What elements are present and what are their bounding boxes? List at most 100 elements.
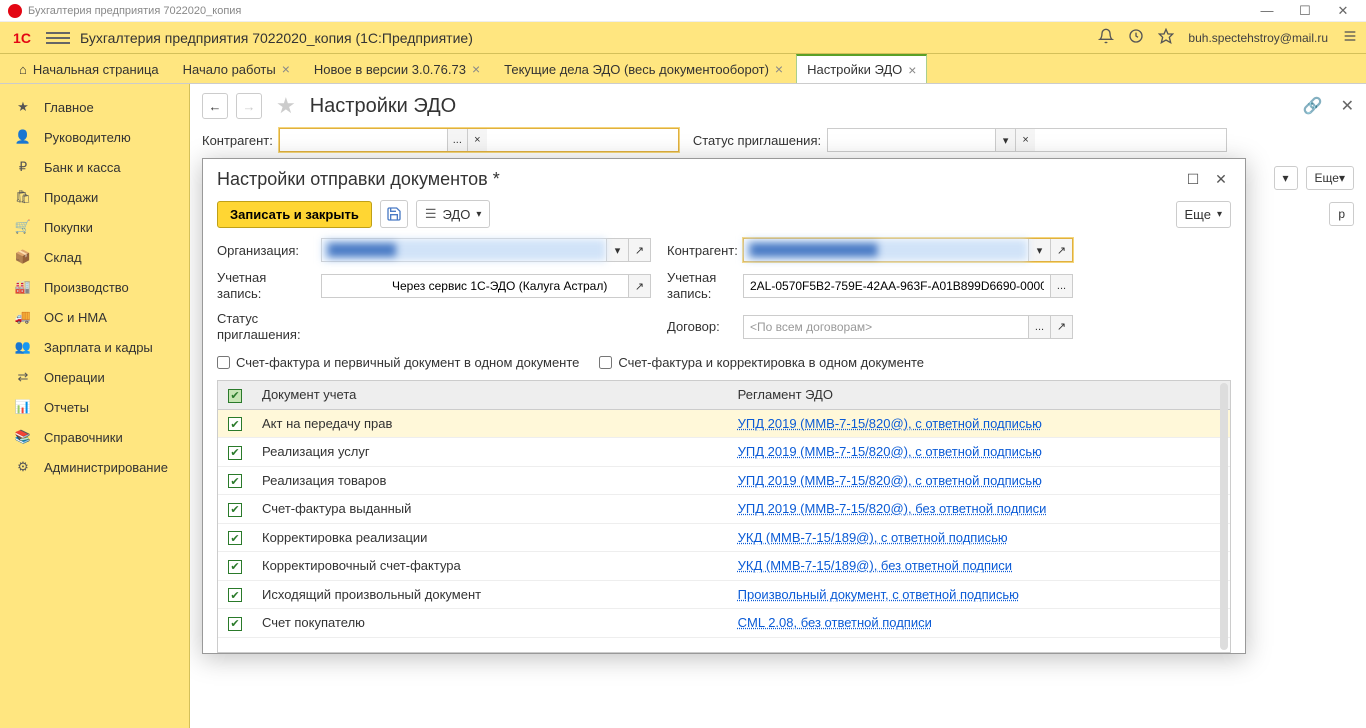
org-open-button[interactable]: ↗ xyxy=(628,239,650,261)
sidebar-item[interactable]: 👥Зарплата и кадры xyxy=(0,332,189,362)
chk-combine-correction[interactable]: Счет-фактура и корректировка в одном док… xyxy=(599,355,924,370)
tab-item[interactable]: ⌂Начальная страница xyxy=(8,54,170,83)
page-toolbar: ← → ★ Настройки ЭДО 🔗 ✕ xyxy=(190,84,1366,128)
nav-back-button[interactable]: ← xyxy=(202,93,228,119)
counterparty-input[interactable]: ▾ ↗ xyxy=(743,238,1073,262)
sidebar-item[interactable]: 🛒Покупки xyxy=(0,212,189,242)
account-input[interactable]: ↗ xyxy=(321,274,651,298)
sidebar-item[interactable]: 🚚ОС и НМА xyxy=(0,302,189,332)
table-row[interactable]: ✔Исходящий произвольный документПроизвол… xyxy=(218,580,1230,609)
star-icon[interactable] xyxy=(1158,28,1174,47)
behind-more-button-1[interactable]: ▾ xyxy=(1274,166,1298,190)
history-icon[interactable] xyxy=(1128,28,1144,47)
behind-more-button-2[interactable]: Еще ▾ xyxy=(1306,166,1354,190)
org-input[interactable]: ▾ ↗ xyxy=(321,238,651,262)
sidebar-item[interactable]: ⚙Администрирование xyxy=(0,452,189,482)
behind-btn-r[interactable]: р xyxy=(1329,202,1354,226)
row-checkbox[interactable]: ✔ xyxy=(218,552,252,581)
account-open-button[interactable]: ↗ xyxy=(628,275,650,297)
status-clear-button[interactable]: × xyxy=(1015,129,1035,151)
row-regulation-link[interactable]: Произвольный документ, с ответной подпис… xyxy=(738,587,1019,602)
close-button[interactable]: ✕ xyxy=(1328,2,1358,20)
counterparty-dd-button[interactable]: ▾ xyxy=(1028,239,1050,261)
main-menu-button[interactable] xyxy=(46,26,70,50)
save-button[interactable] xyxy=(380,200,408,228)
row-checkbox[interactable]: ✔ xyxy=(218,523,252,552)
tab-item[interactable]: Настройки ЭДО× xyxy=(796,54,927,83)
row-checkbox[interactable]: ✔ xyxy=(218,466,252,495)
counterparty-clear-button[interactable]: × xyxy=(467,129,487,151)
table-row[interactable]: ✔Акт на передачу правУПД 2019 (ММВ-7-15/… xyxy=(218,409,1230,438)
row-checkbox[interactable]: ✔ xyxy=(218,580,252,609)
tab-item[interactable]: Начало работы× xyxy=(172,54,301,83)
sidebar-item[interactable]: ⇄Операции xyxy=(0,362,189,392)
os-titlebar: Бухгалтерия предприятия 7022020_копия — … xyxy=(0,0,1366,22)
table-row[interactable]: ✔Реализация товаровУПД 2019 (ММВ-7-15/82… xyxy=(218,466,1230,495)
panel-settings-icon[interactable] xyxy=(1342,28,1358,47)
sidebar-icon: 🚚 xyxy=(14,309,32,325)
sidebar-item[interactable]: 📦Склад xyxy=(0,242,189,272)
maximize-button[interactable]: ☐ xyxy=(1290,2,1320,20)
home-icon: ⌂ xyxy=(19,62,27,77)
chk-combine-invoice[interactable]: Счет-фактура и первичный документ в одно… xyxy=(217,355,579,370)
table-row[interactable]: ✔Корректировочный счет-фактураУКД (ММВ-7… xyxy=(218,552,1230,581)
row-regulation-link[interactable]: УПД 2019 (ММВ-7-15/820@), с ответной под… xyxy=(738,444,1042,459)
contract-open-button[interactable]: ↗ xyxy=(1050,316,1072,338)
dialog-maximize-button[interactable]: ☐ xyxy=(1183,170,1203,190)
sidebar-item[interactable]: 📊Отчеты xyxy=(0,392,189,422)
counterparty-open-button[interactable]: ↗ xyxy=(1050,239,1072,261)
row-regulation-link[interactable]: УКД (ММВ-7-15/189@), с ответной подписью xyxy=(738,530,1008,545)
row-regulation-link[interactable]: УПД 2019 (ММВ-7-15/820@), с ответной под… xyxy=(738,416,1042,431)
col-document[interactable]: Документ учета xyxy=(252,381,728,409)
row-checkbox[interactable]: ✔ xyxy=(218,495,252,524)
row-checkbox[interactable]: ✔ xyxy=(218,609,252,638)
filter-status-input[interactable]: ▾ × xyxy=(827,128,1227,152)
sidebar-label: Справочники xyxy=(44,430,123,445)
tab-item[interactable]: Текущие дела ЭДО (весь документооборот)× xyxy=(493,54,794,83)
contract-input[interactable]: ... ↗ xyxy=(743,315,1073,339)
sidebar-item[interactable]: 👤Руководителю xyxy=(0,122,189,152)
sidebar-item[interactable]: 📚 Справочники xyxy=(0,422,189,452)
row-checkbox[interactable]: ✔ xyxy=(218,409,252,438)
nav-forward-button[interactable]: → xyxy=(236,93,262,119)
col-check-all[interactable]: ✔ xyxy=(218,381,252,409)
table-row[interactable]: ✔Счет-фактура выданныйУПД 2019 (ММВ-7-15… xyxy=(218,495,1230,524)
counterparty-select-button[interactable]: ... xyxy=(447,129,467,151)
tab-close-icon[interactable]: × xyxy=(908,62,916,78)
tab-close-icon[interactable]: × xyxy=(472,61,480,77)
account2-select-button[interactable]: ... xyxy=(1050,275,1072,297)
account2-input[interactable]: ... xyxy=(743,274,1073,298)
col-regulation[interactable]: Регламент ЭДО xyxy=(728,381,1230,409)
status-dropdown-button[interactable]: ▾ xyxy=(995,129,1015,151)
close-page-button[interactable]: ✕ xyxy=(1341,96,1354,116)
link-icon[interactable]: 🔗 xyxy=(1303,96,1323,116)
favorite-star-icon[interactable]: ★ xyxy=(276,93,296,119)
filter-counterparty-input[interactable]: ... × xyxy=(279,128,679,152)
sidebar-item[interactable]: 🛍Продажи xyxy=(0,182,189,212)
user-email[interactable]: buh.spectehstroy@mail.ru xyxy=(1188,31,1328,45)
row-regulation-link[interactable]: CML 2.08, без ответной подписи xyxy=(738,615,932,630)
row-regulation-link[interactable]: УКД (ММВ-7-15/189@), без ответной подпис… xyxy=(738,558,1012,573)
tab-item[interactable]: Новое в версии 3.0.76.73× xyxy=(303,54,491,83)
row-regulation-link[interactable]: УПД 2019 (ММВ-7-15/820@), без ответной п… xyxy=(738,501,1047,516)
sidebar-icon: 📚 xyxy=(14,429,32,445)
sidebar-item[interactable]: ★Главное xyxy=(0,92,189,122)
row-checkbox[interactable]: ✔ xyxy=(218,438,252,467)
table-row[interactable]: ✔Корректировка реализацииУКД (ММВ-7-15/1… xyxy=(218,523,1230,552)
contract-select-button[interactable]: ... xyxy=(1028,316,1050,338)
save-close-button[interactable]: Записать и закрыть xyxy=(217,201,372,228)
table-row[interactable]: ✔Счет покупателюCML 2.08, без ответной п… xyxy=(218,609,1230,638)
table-row[interactable]: ✔Реализация услугУПД 2019 (ММВ-7-15/820@… xyxy=(218,438,1230,467)
minimize-button[interactable]: — xyxy=(1252,2,1282,20)
edo-dropdown[interactable]: ☰ ЭДО ▾ xyxy=(416,200,491,228)
sidebar-label: Руководителю xyxy=(44,130,131,145)
sidebar-item[interactable]: ₽Банк и касса xyxy=(0,152,189,182)
row-regulation-link[interactable]: УПД 2019 (ММВ-7-15/820@), с ответной под… xyxy=(738,473,1042,488)
dialog-more-button[interactable]: Еще ▾ xyxy=(1176,201,1231,228)
tab-close-icon[interactable]: × xyxy=(775,61,783,77)
sidebar-item[interactable]: 🏭Производство xyxy=(0,272,189,302)
dialog-close-button[interactable]: ✕ xyxy=(1211,170,1231,190)
bell-icon[interactable] xyxy=(1098,28,1114,47)
org-dropdown-button[interactable]: ▾ xyxy=(606,239,628,261)
tab-close-icon[interactable]: × xyxy=(282,61,290,77)
